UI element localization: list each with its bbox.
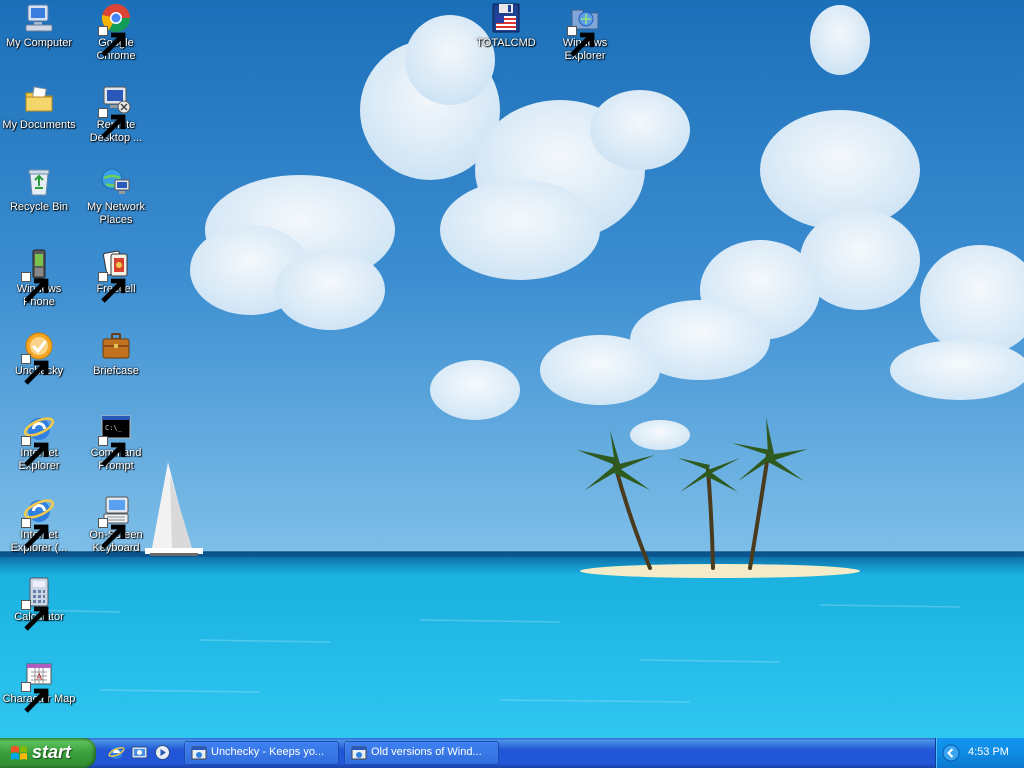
network-icon [100,166,132,198]
svg-text:C:\_: C:\_ [105,424,123,432]
my-computer-icon [23,2,55,34]
desktop-icon-label: My Network Places [86,201,146,226]
task-button-label: Unchecky - Keeps yo... [211,746,325,758]
taskbar: start Unchecky - Keeps yo... Old version… [0,738,1024,768]
shortcut-arrow-icon [21,272,49,303]
briefcase-icon [100,330,132,362]
ie-window-icon [191,746,207,760]
chrome-icon [98,2,132,57]
start-label: start [32,742,72,762]
unchecky-icon [21,330,55,385]
shortcut-arrow-icon [98,518,126,549]
desktop-icon-my-network-places[interactable]: My Network Places [77,166,155,227]
desktop-icon-label: Recycle Bin [9,201,69,213]
shortcut-arrow-icon [567,26,595,57]
desktop-icon-windows-explorer[interactable]: Windows Explorer [546,2,624,63]
desktop-icon-label: My Computer [5,37,73,49]
keyboard-icon [98,494,132,549]
cards-icon [98,248,132,303]
windows-logo-icon [11,746,27,760]
folder-icon [23,84,55,116]
desktop-icon-unchecky[interactable]: Unchecky [0,330,78,385]
desktop-icon-freecell[interactable]: Freecell [77,248,155,303]
ie-window-icon [351,746,367,760]
desktop-icon-windows-phone[interactable]: Windows Phone [0,248,78,309]
shortcut-arrow-icon [98,108,126,139]
shortcut-arrow-icon [21,600,49,631]
desktop-icon-on-screen-keyboard[interactable]: On-Screen Keyboard [77,494,155,555]
desktop-icon-my-documents[interactable]: My Documents [0,84,78,132]
chevron-left-icon[interactable] [942,744,960,762]
recycle-bin-icon [23,166,55,198]
desktop-icon-totalcmd[interactable]: TOTALCMD [467,2,545,50]
shortcut-arrow-icon [98,436,126,467]
desktop-icon-briefcase[interactable]: Briefcase [77,330,155,378]
desktop-icon-internet-explorer-2[interactable]: Internet Explorer (... [0,494,78,555]
shortcut-arrow-icon [21,518,49,549]
shortcut-arrow-icon [98,26,126,57]
svg-text:A: A [35,673,43,683]
clock[interactable]: 4:53 PM [968,746,1009,758]
task-button-label: Old versions of Wind... [371,746,482,758]
remote-desktop-icon [98,84,132,139]
shortcut-arrow-icon [21,354,49,385]
desktop-icon-label: My Documents [2,119,76,131]
phone-icon [21,248,55,303]
shortcut-arrow-icon [21,682,49,713]
quicklaunch-media-player-icon[interactable] [154,744,171,761]
quicklaunch-ie-icon[interactable] [108,744,125,761]
desktop-icon-label: Briefcase [93,365,139,377]
desktop-icon-calculator[interactable]: Calculator [0,576,78,631]
desktop-icon-google-chrome[interactable]: Google Chrome [77,2,155,63]
desktop-icon-command-prompt[interactable]: C:\_ Command Prompt [77,412,155,473]
command-prompt-icon: C:\_ [98,412,132,467]
start-button[interactable]: start [0,738,96,768]
character-map-icon: A [21,658,55,713]
desktop-icon-recycle-bin[interactable]: Recycle Bin [0,166,78,214]
explorer-icon [567,2,601,57]
shortcut-arrow-icon [21,436,49,467]
desktop-icon-my-computer[interactable]: My Computer [0,2,78,50]
ie-icon [21,412,55,467]
desktop-icon-label: TOTALCMD [476,37,536,49]
system-tray: 4:53 PM [935,738,1024,768]
desktop-icon-remote-desktop[interactable]: Remote Desktop ... [77,84,155,145]
calculator-icon [21,576,55,631]
floppy-icon [490,2,522,34]
task-button-old-versions[interactable]: Old versions of Wind... [344,741,499,765]
desktop-icon-internet-explorer[interactable]: Internet Explorer [0,412,78,473]
ie-icon [21,494,55,549]
quicklaunch-show-desktop-icon[interactable] [131,744,148,761]
shortcut-arrow-icon [98,272,126,303]
task-button-unchecky[interactable]: Unchecky - Keeps yo... [184,741,339,765]
desktop-icon-character-map[interactable]: A Character Map [0,658,78,713]
